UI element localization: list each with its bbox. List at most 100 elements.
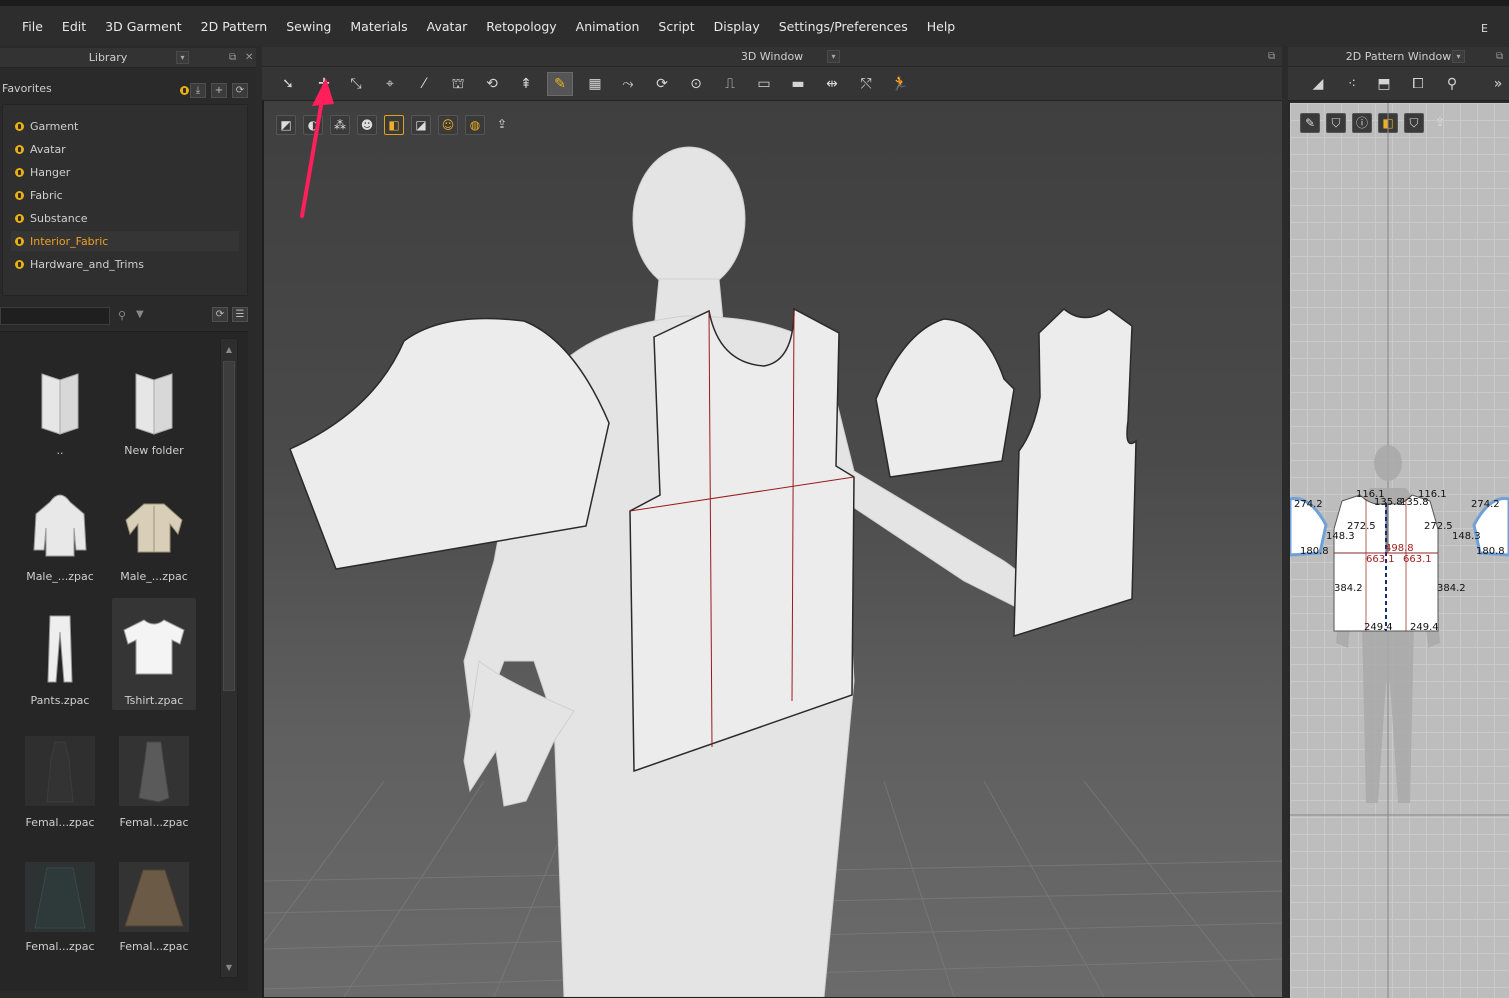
- 3d-toolbar: ➘ ✛ ⤡ ⌖ ⁄ ⛫ ⟲ ⇞ ✎ ▦ ⤳ ⟳ ⊙ ⎍ ▭ ▬ ⇹ ⤲ 🏃: [262, 67, 1282, 101]
- edit-point-icon[interactable]: ⁖: [1342, 75, 1362, 93]
- favorite-item-garment[interactable]: Garment: [11, 116, 239, 136]
- dimension-label: 663.1: [1366, 554, 1395, 565]
- favorite-item-substance[interactable]: Substance: [11, 208, 239, 228]
- refresh-icon[interactable]: ⟳: [232, 83, 248, 98]
- refresh-icon[interactable]: ⟳: [212, 307, 228, 322]
- file-label: Femal...zpac: [119, 940, 189, 953]
- seam-taping-icon[interactable]: ⇹: [822, 75, 842, 93]
- menu-bar: File Edit 3D Garment 2D Pattern Sewing M…: [0, 0, 1509, 46]
- topstitch-icon[interactable]: ▬: [788, 75, 808, 93]
- file-item-female-skirt-1[interactable]: Femal...zpac: [18, 852, 102, 964]
- favorite-item-interior-fabric[interactable]: Interior_Fabric: [11, 231, 239, 251]
- 3d-pen-icon[interactable]: ✎: [547, 72, 573, 96]
- library-panel: Library ▾ ⧉ ✕ Favorites ⤓ + ⟳ Garment Av…: [0, 46, 256, 998]
- library-scrollbar[interactable]: ▲ ▼: [220, 338, 238, 978]
- undock-icon[interactable]: ⧉: [1496, 51, 1503, 62]
- menu-settings[interactable]: Settings/Preferences: [779, 19, 908, 34]
- polygon-icon[interactable]: ⬒: [1374, 75, 1394, 93]
- file-item-pants[interactable]: Pants.zpac: [18, 602, 102, 714]
- menu-2d-pattern[interactable]: 2D Pattern: [201, 19, 268, 34]
- favorite-dot-icon: [15, 144, 24, 154]
- point-pin-icon[interactable]: ⊙: [686, 75, 706, 93]
- tshirt-thumb-icon: [123, 619, 185, 675]
- library-search-input[interactable]: [0, 307, 110, 325]
- list-view-icon[interactable]: ☰: [232, 307, 248, 322]
- menu-file[interactable]: File: [22, 19, 43, 34]
- favorite-label: Garment: [30, 119, 79, 133]
- zipper-icon[interactable]: ⎍: [720, 75, 740, 93]
- fold-arrangement-icon[interactable]: ⟲: [482, 75, 502, 93]
- search-icon[interactable]: ⚲: [118, 309, 126, 322]
- expand-icon[interactable]: »: [1488, 75, 1508, 93]
- sleeve-pattern-right: [875, 318, 1015, 478]
- dimension-label: 274.2: [1294, 499, 1323, 510]
- file-item-male-jacket[interactable]: Male_...zpac: [112, 478, 196, 590]
- undock-icon[interactable]: ⧉: [229, 52, 236, 63]
- 3d-window-title-bar: 3D Window ▾ ⧉: [262, 47, 1282, 67]
- avatar-pose-icon[interactable]: 🏃: [890, 75, 910, 93]
- file-item-male-hoodie[interactable]: Male_...zpac: [18, 478, 102, 590]
- library-dropdown-icon[interactable]: ▾: [176, 51, 189, 64]
- arrangement-point-icon[interactable]: ⚲: [1442, 75, 1462, 93]
- skirt-thumb-icon: [25, 862, 95, 932]
- chevron-down-icon[interactable]: ▼: [136, 309, 144, 320]
- favorite-label: Avatar: [30, 142, 66, 156]
- 3d-window-dropdown-icon[interactable]: ▾: [827, 50, 840, 63]
- transform-pattern-icon[interactable]: ◢: [1308, 75, 1328, 93]
- dimension-label: 384.2: [1334, 583, 1363, 594]
- menu-retopology[interactable]: Retopology: [486, 19, 556, 34]
- edit-curvature-icon[interactable]: ⤳: [618, 75, 638, 93]
- file-item-tshirt[interactable]: Tshirt.zpac: [112, 598, 196, 710]
- dimension-label: 148.3: [1452, 531, 1481, 542]
- library-title-bar: Library ▾ ⧉ ✕: [0, 48, 256, 68]
- add-icon[interactable]: +: [211, 83, 227, 98]
- favorite-item-avatar[interactable]: Avatar: [11, 139, 239, 159]
- file-label: ..: [56, 444, 64, 457]
- menu-materials[interactable]: Materials: [350, 19, 407, 34]
- menu-display[interactable]: Display: [714, 19, 760, 34]
- favorite-dot-icon: [15, 121, 24, 131]
- folder-icon: [135, 373, 173, 435]
- 3d-viewport[interactable]: ◩ ◐ ⁂ ☻ ◧ ◪ ☺ ◍ ⇪: [264, 101, 1282, 997]
- dimension-label: 272.5: [1424, 521, 1453, 532]
- file-item-new-folder[interactable]: New folder: [112, 354, 196, 466]
- shirring-icon[interactable]: ⤲: [856, 75, 876, 93]
- dimension-label: 498.8: [1385, 543, 1414, 554]
- garment-fit-icon[interactable]: ⛫: [448, 75, 468, 93]
- favorite-item-fabric[interactable]: Fabric: [11, 185, 239, 205]
- menu-3d-garment[interactable]: 3D Garment: [105, 19, 182, 34]
- pin-icon[interactable]: ⁄: [414, 75, 434, 93]
- button-icon[interactable]: ▭: [754, 75, 774, 93]
- dress-thumb-icon: [119, 736, 189, 806]
- favorite-icon[interactable]: [180, 86, 189, 95]
- favorite-item-hardware[interactable]: Hardware_and_Trims: [11, 254, 239, 274]
- file-label: Male_...zpac: [120, 570, 188, 583]
- file-item-female-skirt-2[interactable]: Femal...zpac: [112, 852, 196, 964]
- fold-icon[interactable]: ⟳: [652, 75, 672, 93]
- tack-icon[interactable]: ⌖: [380, 75, 400, 93]
- file-label: Femal...zpac: [25, 940, 95, 953]
- close-icon[interactable]: ✕: [245, 52, 253, 63]
- menu-animation[interactable]: Animation: [576, 19, 640, 34]
- menu-help[interactable]: Help: [927, 19, 956, 34]
- 2d-window-dropdown-icon[interactable]: ▾: [1452, 50, 1465, 63]
- menu-sewing[interactable]: Sewing: [286, 19, 331, 34]
- 2d-pattern-canvas[interactable]: ✎ ⛉ ⓘ ◧ ⛉ ⇪ 274.2 116.1 135.8 135.8 116.…: [1290, 103, 1509, 998]
- jacket-thumb-icon: [125, 503, 183, 553]
- download-icon[interactable]: ⤓: [190, 83, 206, 98]
- menu-avatar[interactable]: Avatar: [427, 19, 468, 34]
- file-item-female-dress-1[interactable]: Femal...zpac: [18, 728, 102, 840]
- favorite-item-hanger[interactable]: Hanger: [11, 162, 239, 182]
- favorite-dot-icon: [15, 259, 24, 269]
- skirt-thumb-icon: [119, 862, 189, 932]
- menu-edit[interactable]: Edit: [62, 19, 86, 34]
- measure-grid-icon[interactable]: ▦: [585, 75, 605, 93]
- file-item-parent-folder[interactable]: ..: [18, 354, 102, 466]
- arrangement-icon[interactable]: ⇞: [516, 75, 536, 93]
- file-label: Femal...zpac: [25, 816, 95, 829]
- favorite-label: Interior_Fabric: [30, 234, 109, 248]
- undock-icon[interactable]: ⧉: [1268, 51, 1275, 62]
- file-item-female-dress-2[interactable]: Femal...zpac: [112, 728, 196, 840]
- internal-shape-icon[interactable]: ⧠: [1408, 75, 1428, 93]
- menu-script[interactable]: Script: [658, 19, 694, 34]
